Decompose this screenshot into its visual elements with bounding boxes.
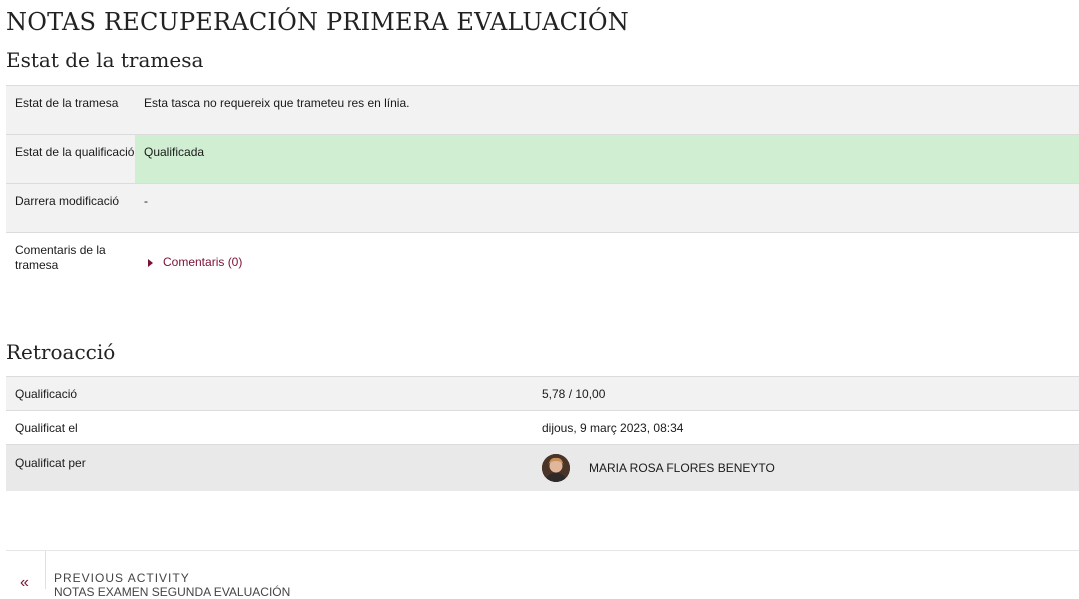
graded-date-value: dijous, 9 març 2023, 08:34 (542, 421, 684, 435)
previous-activity-link[interactable]: « PREVIOUS ACTIVITY NOTAS EXAMEN SEGUNDA… (6, 551, 406, 599)
previous-activity-title[interactable]: NOTAS EXAMEN SEGUNDA EVALUACIÓN (54, 585, 290, 599)
divider (45, 551, 46, 589)
table-row: Comentaris de la tramesa Comentaris (0) (6, 232, 1079, 282)
row-label: Darrera modificació (15, 194, 120, 208)
grading-status-value: Qualificada (135, 134, 1079, 184)
table-row: Qualificació 5,78 / 10,00 (6, 376, 1079, 411)
table-row: Qualificat per MARIA ROSA FLORES BENEYTO (6, 444, 1079, 491)
submission-status-heading: Estat de la tramesa (6, 48, 204, 72)
row-label: Estat de la tramesa (15, 96, 119, 110)
previous-activity-label[interactable]: PREVIOUS ACTIVITY (54, 571, 190, 585)
caret-right-icon (148, 258, 153, 267)
user-avatar-icon (542, 454, 570, 482)
row-label: Comentaris de la tramesa (15, 243, 106, 272)
comments-link-label[interactable]: Comentaris (0) (163, 255, 242, 270)
row-value: - (144, 194, 148, 208)
grader-name[interactable]: MARIA ROSA FLORES BENEYTO (589, 461, 775, 475)
feedback-table: Qualificació 5,78 / 10,00 Qualificat el … (6, 376, 1079, 491)
submission-status-table: Estat de la tramesa Esta tasca no requer… (6, 85, 1079, 282)
table-row: Qualificat el dijous, 9 març 2023, 08:34 (6, 410, 1079, 445)
page-title: NOTAS RECUPERACIÓN PRIMERA EVALUACIÓN (6, 8, 629, 36)
table-row: Darrera modificació - (6, 183, 1079, 233)
table-row: Estat de la qualificació Qualificada (6, 134, 1079, 184)
table-row: Estat de la tramesa Esta tasca no requer… (6, 85, 1079, 135)
comments-cell: Comentaris (0) (135, 233, 1079, 282)
row-label: Qualificat per (15, 456, 86, 470)
grader-cell: MARIA ROSA FLORES BENEYTO (533, 445, 1079, 491)
comments-toggle[interactable]: Comentaris (0) (144, 255, 242, 270)
row-label: Estat de la qualificació (6, 134, 135, 184)
grader: MARIA ROSA FLORES BENEYTO (542, 454, 1079, 482)
grade-value: 5,78 / 10,00 (542, 387, 606, 401)
row-label: Qualificació (15, 387, 78, 401)
row-value: Esta tasca no requereix que trameteu res… (144, 96, 410, 110)
feedback-heading: Retroacció (6, 340, 116, 364)
row-label: Qualificat el (15, 421, 78, 435)
